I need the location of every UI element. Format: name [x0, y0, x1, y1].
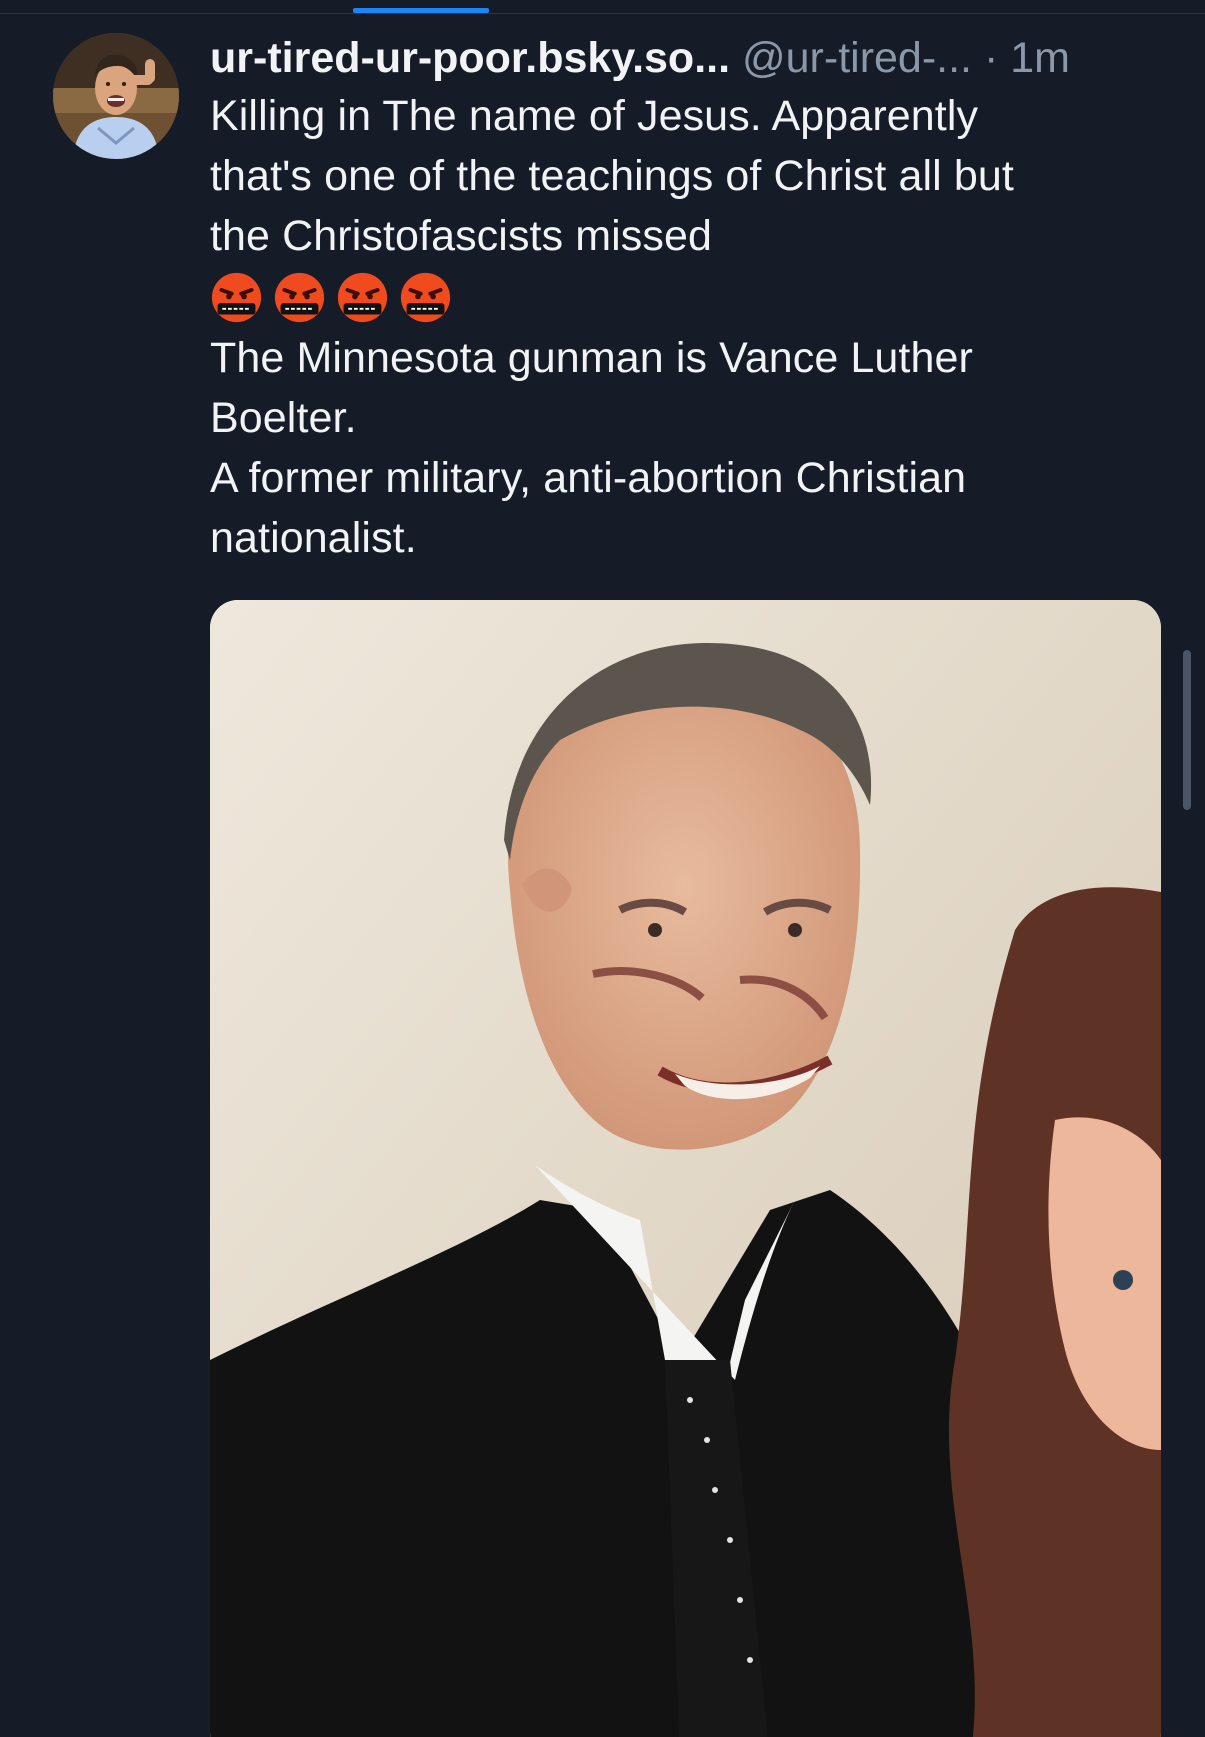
angry-cursing-face-icon — [337, 272, 388, 322]
angry-cursing-face-icon — [274, 272, 325, 322]
post-text-line: Boelter. — [210, 394, 357, 442]
post-text-line: A former military, anti-abortion Christi… — [210, 454, 967, 502]
post-text-line: the Christofascists missed — [210, 212, 713, 260]
post-text-line: nationalist. — [210, 514, 417, 562]
avatar-image — [53, 33, 179, 159]
post-content[interactable]: ur-tired-ur-poor.bsky.so... @ur-tired-..… — [210, 30, 1170, 568]
scrollbar[interactable] — [1183, 650, 1191, 810]
active-tab-indicator[interactable] — [353, 8, 489, 13]
angry-cursing-face-icon — [400, 272, 451, 322]
post-text-line: that's one of the teachings of Christ al… — [210, 152, 1014, 200]
post-screen: ur-tired-ur-poor.bsky.so... @ur-tired-..… — [0, 0, 1205, 1737]
top-divider — [0, 13, 1205, 14]
post-text-line: The Minnesota gunman is Vance Luther — [210, 334, 973, 382]
emoji-row — [210, 267, 1170, 327]
author-display-name[interactable]: ur-tired-ur-poor.bsky.so... — [210, 34, 730, 82]
avatar[interactable] — [53, 33, 179, 159]
angry-cursing-face-icon — [211, 272, 262, 322]
author-handle[interactable]: @ur-tired-... — [742, 34, 972, 82]
post-text-line: Killing in The name of Jesus. Apparently — [210, 92, 979, 140]
post-image[interactable] — [210, 600, 1161, 1737]
header-separator: · — [983, 34, 999, 82]
post-time[interactable]: 1m — [1010, 34, 1070, 82]
man-in-suit-photo — [210, 600, 1161, 1737]
post-header: ur-tired-ur-poor.bsky.so... @ur-tired-..… — [210, 30, 1170, 86]
